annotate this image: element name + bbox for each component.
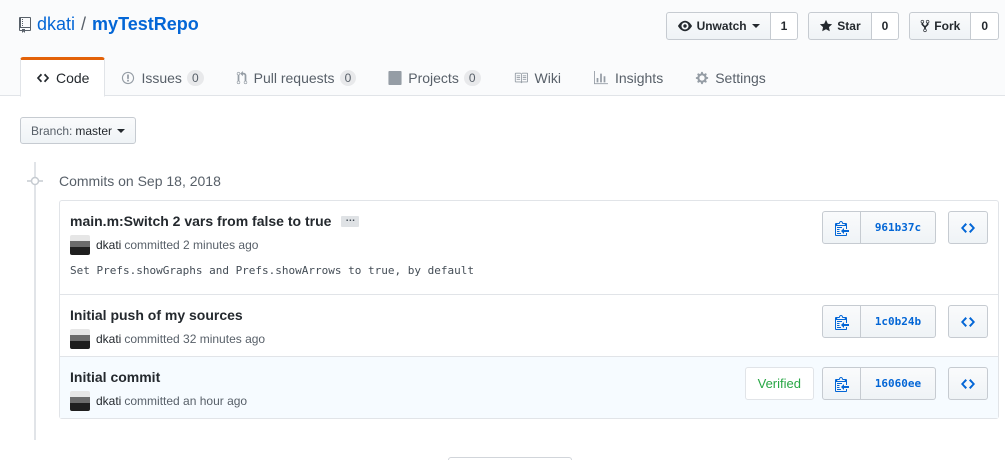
issue-icon bbox=[122, 71, 135, 84]
repo-nav-tabs: Code Issues 0 Pull requests 0 Projects 0… bbox=[20, 57, 782, 97]
code-icon bbox=[961, 378, 975, 389]
issues-counter: 0 bbox=[186, 69, 204, 86]
pull-request-icon bbox=[236, 70, 247, 84]
tab-settings-label: Settings bbox=[715, 69, 766, 86]
watchers-count[interactable]: 1 bbox=[770, 12, 799, 40]
commit-time: committed 32 minutes ago bbox=[124, 332, 266, 346]
expand-description-button[interactable]: … bbox=[341, 214, 360, 227]
fork-icon bbox=[920, 19, 930, 33]
branch-name: master bbox=[75, 123, 113, 138]
commit-actions: Verified 16060ee bbox=[744, 367, 988, 400]
copy-sha-button[interactable] bbox=[822, 367, 861, 400]
pull-requests-counter: 0 bbox=[339, 69, 357, 86]
tab-settings[interactable]: Settings bbox=[679, 57, 782, 96]
commit-actions: 961b37c bbox=[822, 211, 988, 244]
commit-title-link[interactable]: Initial commit bbox=[70, 369, 160, 385]
avatar[interactable] bbox=[70, 235, 90, 255]
commit-author[interactable]: dkati bbox=[96, 238, 121, 252]
commit-item: main.m:Switch 2 vars from false to true … bbox=[60, 201, 998, 295]
repo-name-link[interactable]: myTestRepo bbox=[92, 14, 199, 35]
commit-description: Set Prefs.showGraphs and Prefs.showArrow… bbox=[70, 264, 474, 277]
commit-list: main.m:Switch 2 vars from false to true … bbox=[59, 200, 999, 419]
browse-files-button[interactable] bbox=[948, 211, 988, 244]
gear-icon bbox=[696, 71, 709, 84]
unwatch-button[interactable]: Unwatch bbox=[665, 12, 771, 40]
clippy-icon bbox=[834, 220, 849, 236]
chevron-down-icon bbox=[751, 24, 760, 28]
book-icon bbox=[514, 72, 528, 83]
tab-issues-label: Issues bbox=[141, 69, 182, 86]
sha-group: 961b37c bbox=[822, 211, 936, 244]
commit-sha-link[interactable]: 16060ee bbox=[861, 367, 936, 400]
eye-icon bbox=[677, 20, 692, 32]
star-icon bbox=[820, 19, 833, 32]
copy-sha-button[interactable] bbox=[822, 211, 861, 244]
code-icon bbox=[961, 222, 975, 233]
tab-pull-requests-label: Pull requests bbox=[253, 69, 335, 86]
star-label: Star bbox=[837, 19, 861, 33]
avatar[interactable] bbox=[70, 329, 90, 349]
commit-time: committed 2 minutes ago bbox=[124, 238, 259, 252]
unwatch-label: Unwatch bbox=[696, 19, 747, 33]
sha-group: 16060ee bbox=[822, 367, 936, 400]
avatar[interactable] bbox=[70, 391, 90, 411]
git-commit-icon bbox=[27, 176, 43, 186]
commit-item: Initial commit dkati committed an hour a… bbox=[60, 357, 998, 418]
star-button[interactable]: Star bbox=[808, 12, 872, 40]
repo-path-separator: / bbox=[81, 14, 87, 34]
browse-files-button[interactable] bbox=[948, 367, 988, 400]
sha-group: 1c0b24b bbox=[822, 305, 936, 338]
commits-date-header: Commits on Sep 18, 2018 bbox=[59, 173, 221, 189]
repo-icon bbox=[19, 16, 31, 33]
branch-prefix: Branch: bbox=[31, 123, 73, 138]
commit-sha-link[interactable]: 1c0b24b bbox=[861, 305, 936, 338]
repo-header: dkati / myTestRepo Unwatch 1 Star 0 Fork bbox=[0, 0, 1005, 97]
fork-button[interactable]: Fork bbox=[909, 12, 972, 40]
star-group: Star 0 bbox=[808, 12, 900, 40]
tab-insights-label: Insights bbox=[614, 69, 664, 86]
tab-projects[interactable]: Projects 0 bbox=[372, 57, 496, 96]
verified-badge[interactable]: Verified bbox=[744, 367, 814, 400]
fork-group: Fork 0 bbox=[909, 12, 999, 40]
tab-wiki-label: Wiki bbox=[534, 69, 561, 86]
graph-icon bbox=[593, 70, 608, 84]
commit-item: Initial push of my sources dkati committ… bbox=[60, 295, 998, 357]
repo-owner-link[interactable]: dkati bbox=[37, 14, 75, 35]
projects-counter: 0 bbox=[463, 69, 481, 86]
commit-title-link[interactable]: main.m:Switch 2 vars from false to true bbox=[70, 213, 331, 229]
copy-sha-button[interactable] bbox=[822, 305, 861, 338]
tab-projects-label: Projects bbox=[408, 69, 459, 86]
clippy-icon bbox=[834, 376, 849, 392]
tab-code-label: Code bbox=[56, 70, 90, 86]
code-icon bbox=[961, 316, 975, 327]
commit-sha-link[interactable]: 961b37c bbox=[861, 211, 936, 244]
chevron-down-icon bbox=[117, 128, 126, 133]
stargazers-count[interactable]: 0 bbox=[871, 12, 900, 40]
commit-timeline-line bbox=[34, 162, 36, 440]
commit-actions: 1c0b24b bbox=[822, 305, 988, 338]
tab-code[interactable]: Code bbox=[20, 57, 106, 97]
tab-issues[interactable]: Issues 0 bbox=[105, 57, 219, 96]
browse-files-button[interactable] bbox=[948, 305, 988, 338]
commit-author[interactable]: dkati bbox=[96, 332, 121, 346]
forks-count[interactable]: 0 bbox=[971, 12, 999, 40]
clippy-icon bbox=[834, 314, 849, 330]
tab-pull-requests[interactable]: Pull requests 0 bbox=[220, 57, 373, 96]
commit-time: committed an hour ago bbox=[124, 394, 248, 408]
repo-actions: Unwatch 1 Star 0 Fork 0 bbox=[656, 12, 999, 40]
tab-wiki[interactable]: Wiki bbox=[497, 57, 577, 96]
watch-group: Unwatch 1 bbox=[665, 12, 799, 40]
branch-select-button[interactable]: Branch: master bbox=[20, 117, 137, 144]
project-icon bbox=[388, 70, 402, 85]
tab-insights[interactable]: Insights bbox=[577, 57, 679, 96]
commit-author[interactable]: dkati bbox=[96, 394, 121, 408]
repo-title: dkati / myTestRepo bbox=[19, 14, 199, 35]
fork-label: Fork bbox=[934, 19, 961, 33]
commit-title-link[interactable]: Initial push of my sources bbox=[70, 307, 243, 323]
code-icon bbox=[36, 73, 50, 83]
